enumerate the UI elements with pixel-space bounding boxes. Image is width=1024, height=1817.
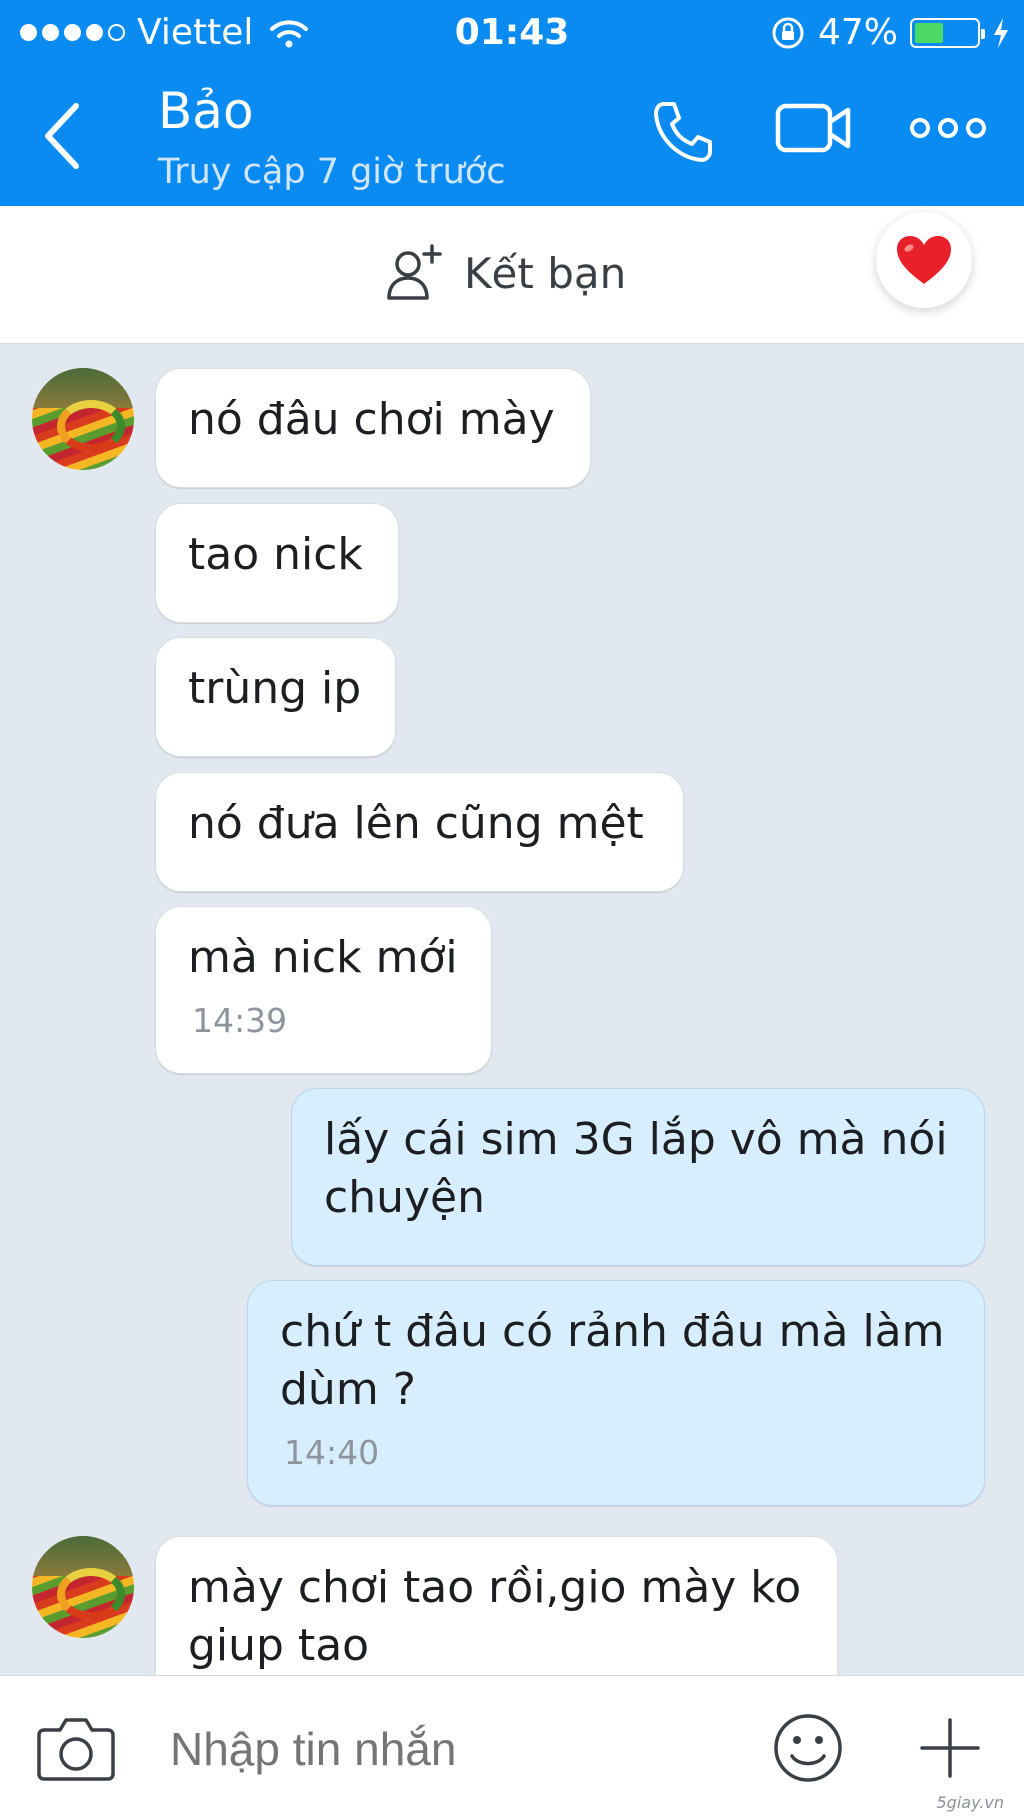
message-input-bar: [0, 1675, 1024, 1817]
message-text-line: chuyện: [324, 1172, 485, 1223]
add-friend-label: Kết bạn: [464, 248, 627, 298]
message-text: mà nick mới: [188, 932, 458, 983]
message-text-line: giup tao: [188, 1620, 370, 1671]
contact-name[interactable]: Bảo: [158, 82, 254, 140]
message-text: nó đưa lên cũng mệt: [188, 798, 644, 849]
contact-avatar[interactable]: [32, 1536, 134, 1638]
message-text-line: chứ t đâu có rảnh đâu mà làm: [280, 1306, 945, 1357]
battery-icon: [910, 17, 985, 48]
message-timestamp: 14:39: [192, 1001, 288, 1040]
message-text: tao nick: [188, 529, 363, 580]
message-bubble-incoming[interactable]: mà nick mới 14:39: [155, 906, 492, 1074]
heart-icon: [897, 236, 951, 284]
charging-bolt-icon: [994, 17, 1008, 48]
message-bubble-outgoing[interactable]: chứ t đâu có rảnh đâu mà làm dùm ? 14:40: [247, 1280, 985, 1506]
add-friend-button[interactable]: Kết bạn: [386, 244, 626, 302]
add-friend-bar: Kết bạn: [0, 206, 1024, 344]
video-call-icon[interactable]: [774, 98, 854, 158]
message-bubble-outgoing[interactable]: lấy cái sim 3G lắp vô mà nói chuyện: [291, 1088, 985, 1266]
add-friend-icon: [387, 244, 442, 300]
phone-call-icon[interactable]: [650, 98, 716, 164]
message-bubble-incoming[interactable]: tao nick: [155, 503, 399, 623]
like-heart-button[interactable]: [876, 212, 972, 308]
message-timestamp: 14:40: [284, 1433, 380, 1472]
message-input[interactable]: [170, 1722, 730, 1776]
status-bar: Viettel 01:43 47%: [0, 0, 1024, 66]
chat-header: Viettel 01:43 47% Bảo Truy cập 7 giờ trư…: [0, 0, 1024, 206]
battery-level-fill: [915, 22, 944, 43]
emoji-icon[interactable]: [772, 1712, 844, 1784]
message-bubble-incoming[interactable]: nó đưa lên cũng mệt: [155, 772, 684, 892]
message-text-line: mày chơi tao rồi,gio mày ko: [188, 1562, 802, 1613]
battery-percent: 47%: [817, 12, 898, 53]
message-text-line: lấy cái sim 3G lắp vô mà nói: [324, 1114, 948, 1165]
plus-icon[interactable]: [918, 1716, 982, 1780]
message-text-line: dùm ?: [280, 1364, 417, 1415]
status-right: 47%: [770, 12, 1010, 53]
rotation-lock-icon: [772, 17, 804, 48]
message-text: trùng ip: [188, 663, 362, 714]
message-bubble-incoming[interactable]: trùng ip: [155, 637, 396, 757]
message-bubble-incoming[interactable]: nó đâu chơi mày: [155, 368, 591, 488]
last-seen-status: Truy cập 7 giờ trước: [158, 152, 506, 192]
nav-bar: Bảo Truy cập 7 giờ trước: [0, 66, 1024, 206]
contact-avatar[interactable]: [32, 368, 134, 470]
watermark: 5giay.vn: [936, 1793, 1004, 1812]
message-text: nó đâu chơi mày: [188, 394, 555, 445]
more-options-icon[interactable]: [910, 98, 986, 158]
camera-icon[interactable]: [36, 1712, 116, 1784]
back-arrow-icon[interactable]: [38, 96, 88, 176]
